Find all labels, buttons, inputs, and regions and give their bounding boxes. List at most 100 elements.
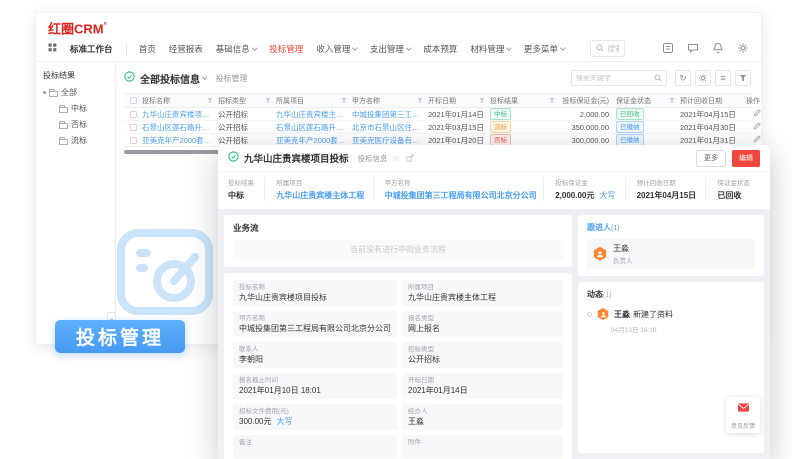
cell-deposit: 350,000.00: [560, 123, 616, 132]
field-contact: 联系人李朝阳: [233, 342, 397, 368]
edit-icon[interactable]: [753, 110, 761, 119]
share-icon[interactable]: [406, 149, 414, 167]
col-bid-name[interactable]: 投标名称: [142, 96, 218, 106]
app-header: 红圈CRM°: [36, 13, 761, 36]
star-icon[interactable]: ☆: [393, 154, 401, 163]
cell-recover-date: 2021年01月31日: [680, 135, 746, 146]
funnel-icon: [740, 75, 747, 82]
col-bid-type[interactable]: 招标类型: [218, 96, 276, 106]
field-signup-deadline: 报名截止时间2021年01月10日 18:01: [233, 373, 397, 399]
nav-more-menu[interactable]: 更多菜单: [524, 43, 565, 55]
edit-icon[interactable]: [753, 136, 761, 145]
col-project[interactable]: 所属项目: [276, 96, 352, 106]
summary-party: 甲方名称 中城投集团第三工程局有限公司北京分公司: [373, 177, 544, 201]
field-bid-name: 投标名称九华山庄贵宾楼项目投标: [233, 280, 397, 306]
list-title[interactable]: 全部投标信息: [140, 71, 200, 86]
avatar: [593, 247, 607, 261]
row-checkbox[interactable]: [130, 111, 137, 118]
apps-grid-icon[interactable]: [48, 43, 57, 54]
list-search-input[interactable]: [576, 75, 651, 82]
col-recover-date[interactable]: 预计回收日期: [680, 96, 746, 106]
col-result[interactable]: 投标结果: [490, 96, 560, 106]
col-open-date[interactable]: 开标日期: [428, 96, 490, 106]
nav-income[interactable]: 收入管理: [316, 43, 357, 55]
global-search-input[interactable]: [607, 44, 619, 53]
cell-project[interactable]: 石景山区莲石路升改造工程: [276, 122, 352, 133]
filter-funnel-icon[interactable]: [549, 98, 555, 104]
nav-budget[interactable]: 成本预算: [423, 43, 457, 55]
select-all-checkbox[interactable]: [130, 97, 137, 104]
nav-reports[interactable]: 经营报表: [169, 43, 203, 55]
tree-node-all[interactable]: 全部: [43, 87, 108, 98]
tree-node-failed[interactable]: 流标: [59, 135, 108, 146]
summary-result: 投标结果 中标: [228, 177, 264, 201]
cell-bid-name[interactable]: 亚美克年产2000套智能...: [142, 135, 218, 146]
row-checkbox[interactable]: [130, 124, 137, 131]
nav-expense[interactable]: 支出管理: [370, 43, 411, 55]
edit-button[interactable]: 编辑: [732, 150, 760, 167]
col-party[interactable]: 甲方名称: [352, 96, 428, 106]
workspace-label[interactable]: 标准工作台: [70, 43, 113, 55]
cell-project[interactable]: 亚美克年产2000套智能...: [276, 135, 352, 146]
search-icon: [596, 44, 604, 54]
filter-funnel-icon[interactable]: [417, 98, 423, 104]
memo-icon[interactable]: [662, 42, 674, 56]
settings-button[interactable]: [695, 70, 711, 86]
search-icon[interactable]: [654, 69, 662, 87]
followers-title: 跟进人(1): [587, 222, 755, 233]
folder-icon: [49, 91, 58, 97]
field-doc-fee: 招标文件费用(元)300.00元大写: [233, 404, 397, 430]
filter-funnel-icon[interactable]: [479, 98, 485, 104]
columns-button[interactable]: ≡: [715, 70, 731, 86]
col-deposit-status[interactable]: 保证金状态: [616, 96, 680, 106]
summary-deposit-status: 保证金状态 已回收: [705, 177, 760, 201]
workflow-card: 业务流 当前没有进行中的业务流程: [224, 215, 572, 267]
cell-bid-name[interactable]: 石景山区莲石路升改造工程: [142, 122, 218, 133]
table-row[interactable]: 九华山庄贵宾楼项目投标 公开招标 九华山庄贵宾楼主体工程 中城投集团第三工程局有…: [124, 108, 751, 121]
gear-icon[interactable]: [737, 42, 749, 56]
followers-card: 跟进人(1) 王淼 负责人: [578, 215, 764, 277]
bell-icon[interactable]: [712, 42, 724, 56]
field-party: 甲方名称中城投集团第三工程局有限公司北京分公司: [233, 311, 397, 337]
nav-home[interactable]: 首页: [139, 43, 156, 55]
tree-node-label: 流标: [71, 135, 87, 146]
feedback-widget[interactable]: 意见反馈: [726, 397, 760, 433]
tree-node-lost[interactable]: 否标: [59, 119, 108, 130]
nav-materials[interactable]: 材料管理: [470, 43, 511, 55]
filter-funnel-icon[interactable]: [207, 98, 213, 104]
list-search[interactable]: [571, 70, 667, 86]
uppercase-link[interactable]: 大写: [599, 191, 615, 200]
row-checkbox[interactable]: [130, 137, 137, 144]
nav-bid-management[interactable]: 投标管理: [269, 43, 303, 55]
edit-icon[interactable]: [753, 123, 761, 132]
cell-bid-name[interactable]: 九华山庄贵宾楼项目投标: [142, 109, 218, 120]
more-button[interactable]: 更多: [696, 150, 726, 167]
col-deposit[interactable]: 投标保证金(元): [560, 96, 616, 106]
follower-item[interactable]: 王淼 负责人: [587, 239, 755, 270]
cell-party[interactable]: 亚美克医疗设备有限公司: [352, 135, 428, 146]
tree-node-won[interactable]: 中标: [59, 103, 108, 114]
activity-title: 动态(1): [587, 289, 755, 300]
cell-project[interactable]: 九华山庄贵宾楼主体工程: [276, 109, 352, 120]
cell-bid-type: 公开招标: [218, 135, 276, 146]
global-search[interactable]: [590, 40, 625, 57]
refresh-button[interactable]: ↻: [675, 70, 691, 86]
chat-icon[interactable]: [687, 42, 699, 56]
timeline-dot-icon: [587, 312, 592, 317]
filter-button[interactable]: [735, 70, 751, 86]
chevron-down-icon[interactable]: [202, 75, 207, 80]
nav-basic-info[interactable]: 基础信息: [216, 43, 257, 55]
cell-open-date: 2021年01月14日: [428, 109, 490, 120]
filter-funnel-icon[interactable]: [265, 98, 271, 104]
chevron-down-icon: [507, 45, 512, 50]
field-project: 所属项目九华山庄贵宾楼主体工程: [402, 280, 563, 306]
filter-funnel-icon[interactable]: [341, 98, 347, 104]
filter-funnel-icon[interactable]: [669, 98, 675, 104]
app-logo: 红圈CRM°: [48, 19, 107, 36]
cell-recover-date: 2021年04月15日: [680, 109, 746, 120]
table-row[interactable]: 石景山区莲石路升改造工程 公开招标 石景山区莲石路升改造工程 北京市石景山区住房…: [124, 121, 751, 134]
activity-entry: 王淼新建了资料: [587, 308, 755, 320]
cell-party[interactable]: 中城投集团第三工程局有...: [352, 109, 428, 120]
cell-party[interactable]: 北京市石景山区住房和城...: [352, 122, 428, 133]
uppercase-link[interactable]: 大写: [276, 417, 292, 426]
